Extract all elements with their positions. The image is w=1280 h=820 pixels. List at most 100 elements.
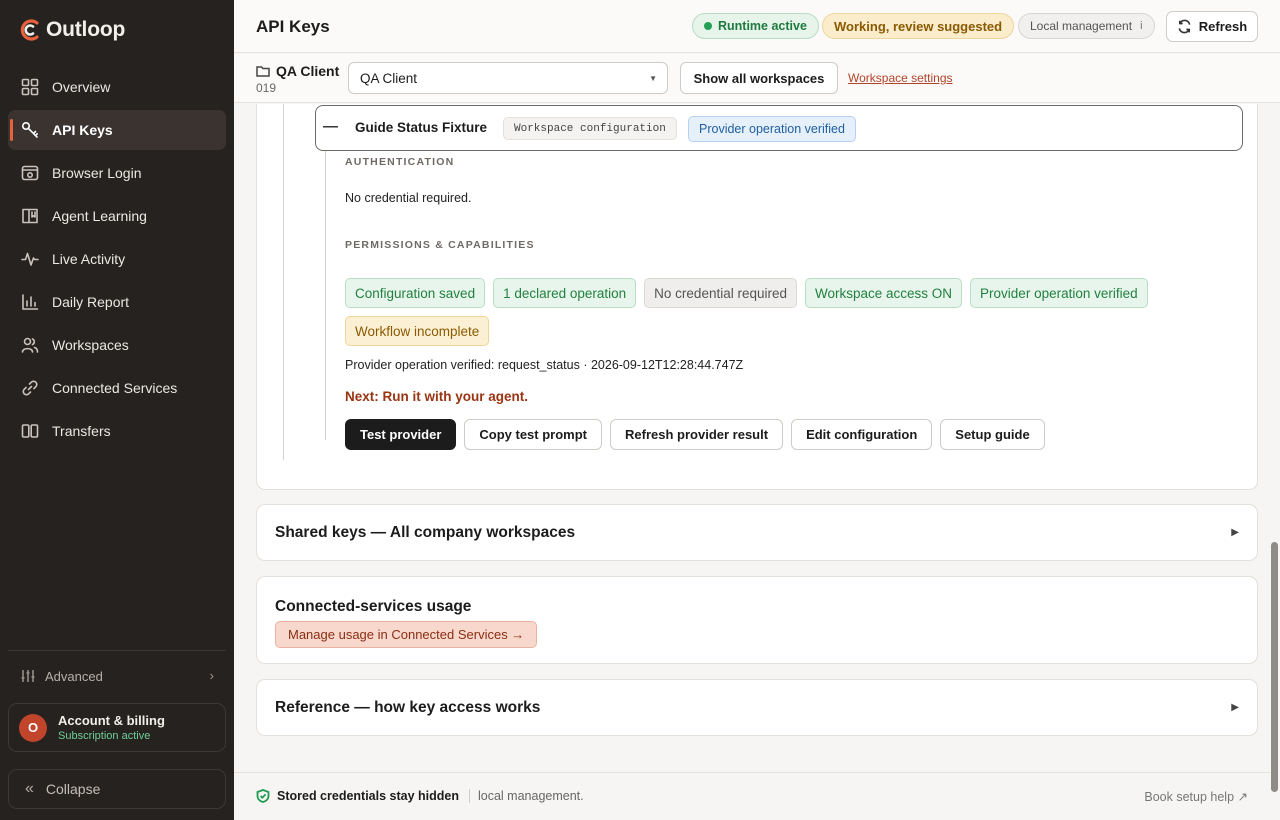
sidebar-item-label: Daily Report <box>52 294 130 310</box>
sidebar-item-transfers[interactable]: Transfers <box>8 411 226 451</box>
columns-icon <box>20 421 40 441</box>
workspace-select[interactable]: QA Client ▼ <box>348 62 668 94</box>
config-tag: Workspace configuration <box>503 117 677 140</box>
book-icon <box>20 206 40 226</box>
review-status-text: Working, review suggested <box>834 18 1003 34</box>
double-chevron-left-icon: « <box>25 780 34 797</box>
key-icon <box>20 120 40 140</box>
advanced-toggle[interactable]: Advanced › <box>8 662 226 690</box>
sidebar-item-connected-services[interactable]: Connected Services <box>8 368 226 408</box>
shared-keys-title: Shared keys — All company workspaces <box>275 524 576 541</box>
refresh-icon <box>1178 19 1191 34</box>
collapse-minus-icon[interactable]: — <box>323 118 338 135</box>
advanced-label: Advanced <box>45 668 103 684</box>
sidebar-item-label: Connected Services <box>52 380 178 396</box>
account-billing[interactable]: O Account & billing Subscription active <box>8 703 226 752</box>
browser-icon <box>20 163 40 183</box>
sidebar-item-live-activity[interactable]: Live Activity <box>8 239 226 279</box>
workspace-settings-link[interactable]: Workspace settings <box>848 71 953 85</box>
review-status-badge[interactable]: Working, review suggested <box>822 13 1015 39</box>
sidebar-divider <box>8 650 226 651</box>
chevron-right-icon: › <box>209 668 214 683</box>
top-header: API Keys Runtime active Working, review … <box>234 0 1280 53</box>
next-step: Next: Run it with your agent. <box>345 389 529 404</box>
workspace-number: 019 <box>256 81 277 95</box>
tree-connector <box>325 151 326 440</box>
sidebar-item-label: Live Activity <box>52 251 126 267</box>
collapse-button[interactable]: « Collapse <box>8 769 226 809</box>
refresh-button[interactable]: Refresh <box>1166 11 1258 42</box>
app-name: Outloop <box>46 18 126 41</box>
fixture-header[interactable]: — Guide Status Fixture Workspace configu… <box>315 105 1243 151</box>
credentials-note-text: Stored credentials stay hidden <box>277 789 459 803</box>
expand-triangle-icon[interactable]: ▶ <box>1231 702 1239 713</box>
provider-card: — Guide Status Fixture Workspace configu… <box>256 104 1258 490</box>
sidebar-item-label: Browser Login <box>52 165 142 181</box>
activity-icon <box>20 249 40 269</box>
management-mode-text: Local management <box>1030 19 1133 33</box>
refresh-provider-result-button[interactable]: Refresh provider result <box>610 419 784 450</box>
sidebar-item-label: Workspaces <box>52 337 129 353</box>
sidebar-item-browser-login[interactable]: Browser Login <box>8 153 226 193</box>
scrollbar-thumb[interactable] <box>1271 542 1278 792</box>
workspace-bar: QA Client 019 QA Client ▼ Show all works… <box>234 54 1280 103</box>
caret-down-icon: ▼ <box>649 74 657 83</box>
subscription-status: Subscription active <box>58 730 151 742</box>
status-badge: Provider operation verified <box>970 278 1148 308</box>
copy-test-prompt-button[interactable]: Copy test prompt <box>464 419 603 450</box>
sidebar-item-label: API Keys <box>52 122 113 138</box>
sidebar-item-agent-learning[interactable]: Agent Learning <box>8 196 226 236</box>
sidebar-item-workspaces[interactable]: Workspaces <box>8 325 226 365</box>
verified-tag: Provider operation verified <box>688 116 856 142</box>
sidebar-item-daily-report[interactable]: Daily Report <box>8 282 226 322</box>
sidebar-nav: Overview API Keys Browser Login Agent Le… <box>8 67 226 454</box>
page-title: API Keys <box>256 17 330 36</box>
provider-actions: Test provider Copy test prompt Refresh p… <box>345 419 1045 450</box>
test-provider-button[interactable]: Test provider <box>345 419 457 450</box>
workspace-select-value: QA Client <box>360 70 418 86</box>
reference-section[interactable]: Reference — how key access works ▶ <box>256 679 1258 736</box>
folder-icon <box>256 66 270 77</box>
sidebar-item-overview[interactable]: Overview <box>8 67 226 107</box>
reference-title: Reference — how key access works <box>275 699 541 716</box>
link-icon <box>20 378 40 398</box>
fixture-title: Guide Status Fixture <box>355 120 488 135</box>
sidebar: Outloop Overview API Keys Browser Login … <box>0 0 234 820</box>
info-icon[interactable]: i <box>1140 20 1142 32</box>
verified-line: Provider operation verified: request_sta… <box>345 358 744 372</box>
account-name: Account & billing <box>58 713 165 728</box>
workspace-name: QA Client <box>256 63 339 79</box>
sidebar-item-api-keys[interactable]: API Keys <box>8 110 226 150</box>
expand-triangle-icon[interactable]: ▶ <box>1231 527 1239 538</box>
setup-guide-button[interactable]: Setup guide <box>940 419 1045 450</box>
app-logo[interactable]: Outloop <box>18 17 125 43</box>
grid-icon <box>20 77 40 97</box>
users-icon <box>20 335 40 355</box>
outloop-logo-icon <box>18 17 42 43</box>
management-mode-badge[interactable]: Local management i <box>1018 13 1155 39</box>
status-badge: No credential required <box>644 278 797 308</box>
bar-chart-icon <box>20 292 40 312</box>
runtime-status-badge: Runtime active <box>692 13 819 39</box>
divider <box>469 789 470 803</box>
usage-section: Connected-services usage Manage usage in… <box>256 576 1258 664</box>
auth-section-label: AUTHENTICATION <box>345 156 455 168</box>
capability-badges: Configuration saved 1 declared operation… <box>345 278 1205 346</box>
credentials-note: Stored credentials stay hidden local man… <box>256 789 584 803</box>
shared-keys-section[interactable]: Shared keys — All company workspaces ▶ <box>256 504 1258 561</box>
collapse-label: Collapse <box>45 781 101 797</box>
sidebar-item-label: Transfers <box>52 423 111 439</box>
runtime-status-text: Runtime active <box>718 19 807 33</box>
shield-check-icon <box>256 789 270 803</box>
edit-configuration-button[interactable]: Edit configuration <box>791 419 933 450</box>
show-all-workspaces-button[interactable]: Show all workspaces <box>680 62 838 94</box>
sidebar-item-label: Overview <box>52 79 111 95</box>
status-badge: Workspace access ON <box>805 278 963 308</box>
manage-usage-button[interactable]: Manage usage in Connected Services → <box>275 621 538 648</box>
status-badge: Workflow incomplete <box>345 316 490 346</box>
main-content: — Guide Status Fixture Workspace configu… <box>234 104 1270 772</box>
status-badge: Configuration saved <box>345 278 486 308</box>
avatar: O <box>19 713 47 742</box>
book-setup-help-link[interactable]: Book setup help ↗ <box>1144 789 1248 804</box>
status-dot-icon <box>704 22 712 30</box>
